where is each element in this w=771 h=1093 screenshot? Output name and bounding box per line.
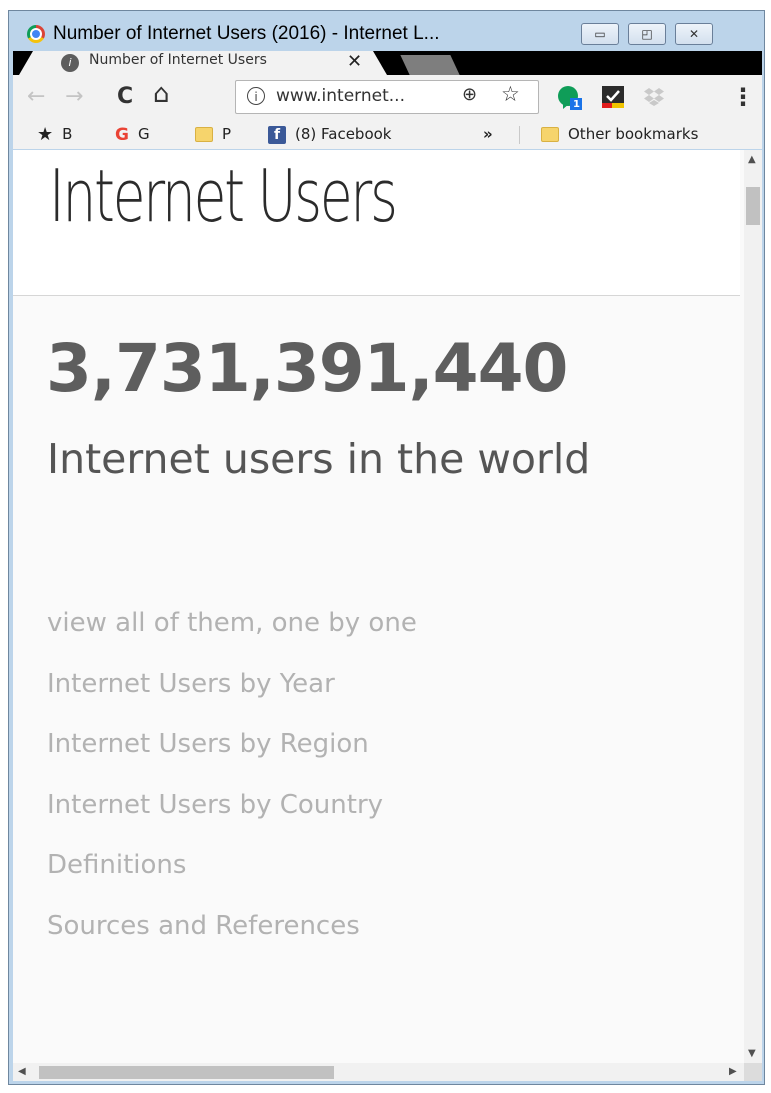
- bookmark-b[interactable]: ★ B: [37, 124, 72, 145]
- home-icon[interactable]: ⌂: [153, 81, 170, 107]
- horizontal-scroll-thumb[interactable]: [39, 1066, 334, 1079]
- page-header: Internet Users: [13, 150, 740, 296]
- chrome-logo-icon: [27, 25, 45, 43]
- star-icon: ★: [37, 123, 54, 145]
- window-title: Number of Internet Users (2016) - Intern…: [53, 23, 440, 44]
- hangouts-badge: 1: [573, 99, 580, 110]
- menu-icon[interactable]: ⋮: [731, 85, 755, 109]
- bookmark-g[interactable]: GG: [115, 124, 150, 145]
- internet-users-counter: 3,731,391,440: [46, 330, 568, 407]
- checklist-extension-icon[interactable]: [601, 85, 624, 108]
- scrollbar-corner: [744, 1063, 762, 1081]
- other-bookmarks-label: Other bookmarks: [568, 125, 699, 143]
- bookmark-facebook[interactable]: f (8) Facebook: [268, 124, 392, 144]
- link-by-year[interactable]: Internet Users by Year: [47, 654, 417, 715]
- google-icon: G: [115, 124, 129, 145]
- vertical-scrollbar[interactable]: ▲ ▼: [744, 150, 762, 1063]
- bookmark-label: G: [137, 125, 150, 143]
- new-tab-button[interactable]: [400, 55, 460, 75]
- vertical-scroll-thumb[interactable]: [746, 187, 760, 225]
- hangouts-extension-icon[interactable]: 1: [557, 85, 582, 110]
- folder-icon: [195, 127, 213, 142]
- site-info-icon[interactable]: i: [247, 87, 265, 105]
- close-window-button[interactable]: ✕: [675, 23, 713, 45]
- bookmark-label: P: [222, 125, 232, 143]
- forward-icon[interactable]: →: [65, 85, 83, 109]
- reload-icon[interactable]: C: [117, 85, 133, 109]
- counter-caption: Internet users in the world: [47, 435, 591, 483]
- favicon-icon: i: [61, 54, 79, 72]
- link-by-region[interactable]: Internet Users by Region: [47, 714, 417, 775]
- url-text[interactable]: www.internet...: [276, 86, 405, 106]
- bookmark-star-icon[interactable]: ☆: [501, 82, 520, 106]
- close-icon: ✕: [688, 27, 700, 41]
- bookmarks-overflow-button[interactable]: »: [483, 124, 493, 144]
- browser-toolbar: ← → C ⌂ i www.internet... ⊕ ☆ 1 ⋮: [13, 75, 762, 121]
- bookmarks-bar: ★ B GG P f (8) Facebook » Other bookmarks: [13, 121, 762, 149]
- zoom-icon[interactable]: ⊕: [462, 84, 477, 105]
- minimize-icon: ▭: [594, 27, 606, 41]
- scroll-down-icon[interactable]: ▼: [748, 1048, 756, 1059]
- horizontal-scrollbar[interactable]: ◀ ▶: [13, 1063, 744, 1081]
- minimize-button[interactable]: ▭: [581, 23, 619, 45]
- scroll-up-icon[interactable]: ▲: [748, 154, 756, 165]
- maximize-button[interactable]: ◰: [628, 23, 666, 45]
- link-view-all[interactable]: view all of them, one by one: [47, 593, 417, 654]
- scroll-right-icon[interactable]: ▶: [729, 1066, 737, 1077]
- link-sources[interactable]: Sources and References: [47, 896, 417, 957]
- bookmark-p[interactable]: P: [195, 124, 231, 144]
- bookmarks-divider: [519, 126, 520, 144]
- address-bar[interactable]: i www.internet... ⊕ ☆: [235, 80, 539, 114]
- page-content: Internet Users 3,731,391,440 Internet us…: [13, 150, 740, 1063]
- back-icon[interactable]: ←: [27, 85, 45, 109]
- scroll-left-icon[interactable]: ◀: [18, 1066, 26, 1077]
- tab-title: Number of Internet Users: [89, 52, 267, 68]
- tab-internet-users[interactable]: i Number of Internet Users ✕: [19, 51, 387, 75]
- bookmark-label: B: [62, 125, 73, 143]
- dropbox-extension-icon[interactable]: [643, 85, 665, 107]
- bookmark-label: (8) Facebook: [295, 125, 392, 143]
- page-title: Internet Users: [49, 154, 398, 238]
- link-by-country[interactable]: Internet Users by Country: [47, 775, 417, 836]
- facebook-icon: f: [268, 125, 286, 144]
- browser-window: Number of Internet Users (2016) - Intern…: [8, 10, 765, 1085]
- other-bookmarks[interactable]: Other bookmarks: [541, 124, 698, 144]
- tab-strip: i Number of Internet Users ✕: [13, 51, 762, 75]
- tab-close-icon[interactable]: ✕: [347, 51, 362, 72]
- link-definitions[interactable]: Definitions: [47, 835, 417, 896]
- nav-links: view all of them, one by one Internet Us…: [47, 593, 417, 956]
- page-viewport: Internet Users 3,731,391,440 Internet us…: [13, 150, 762, 1081]
- folder-icon: [541, 127, 559, 142]
- maximize-icon: ◰: [641, 27, 653, 41]
